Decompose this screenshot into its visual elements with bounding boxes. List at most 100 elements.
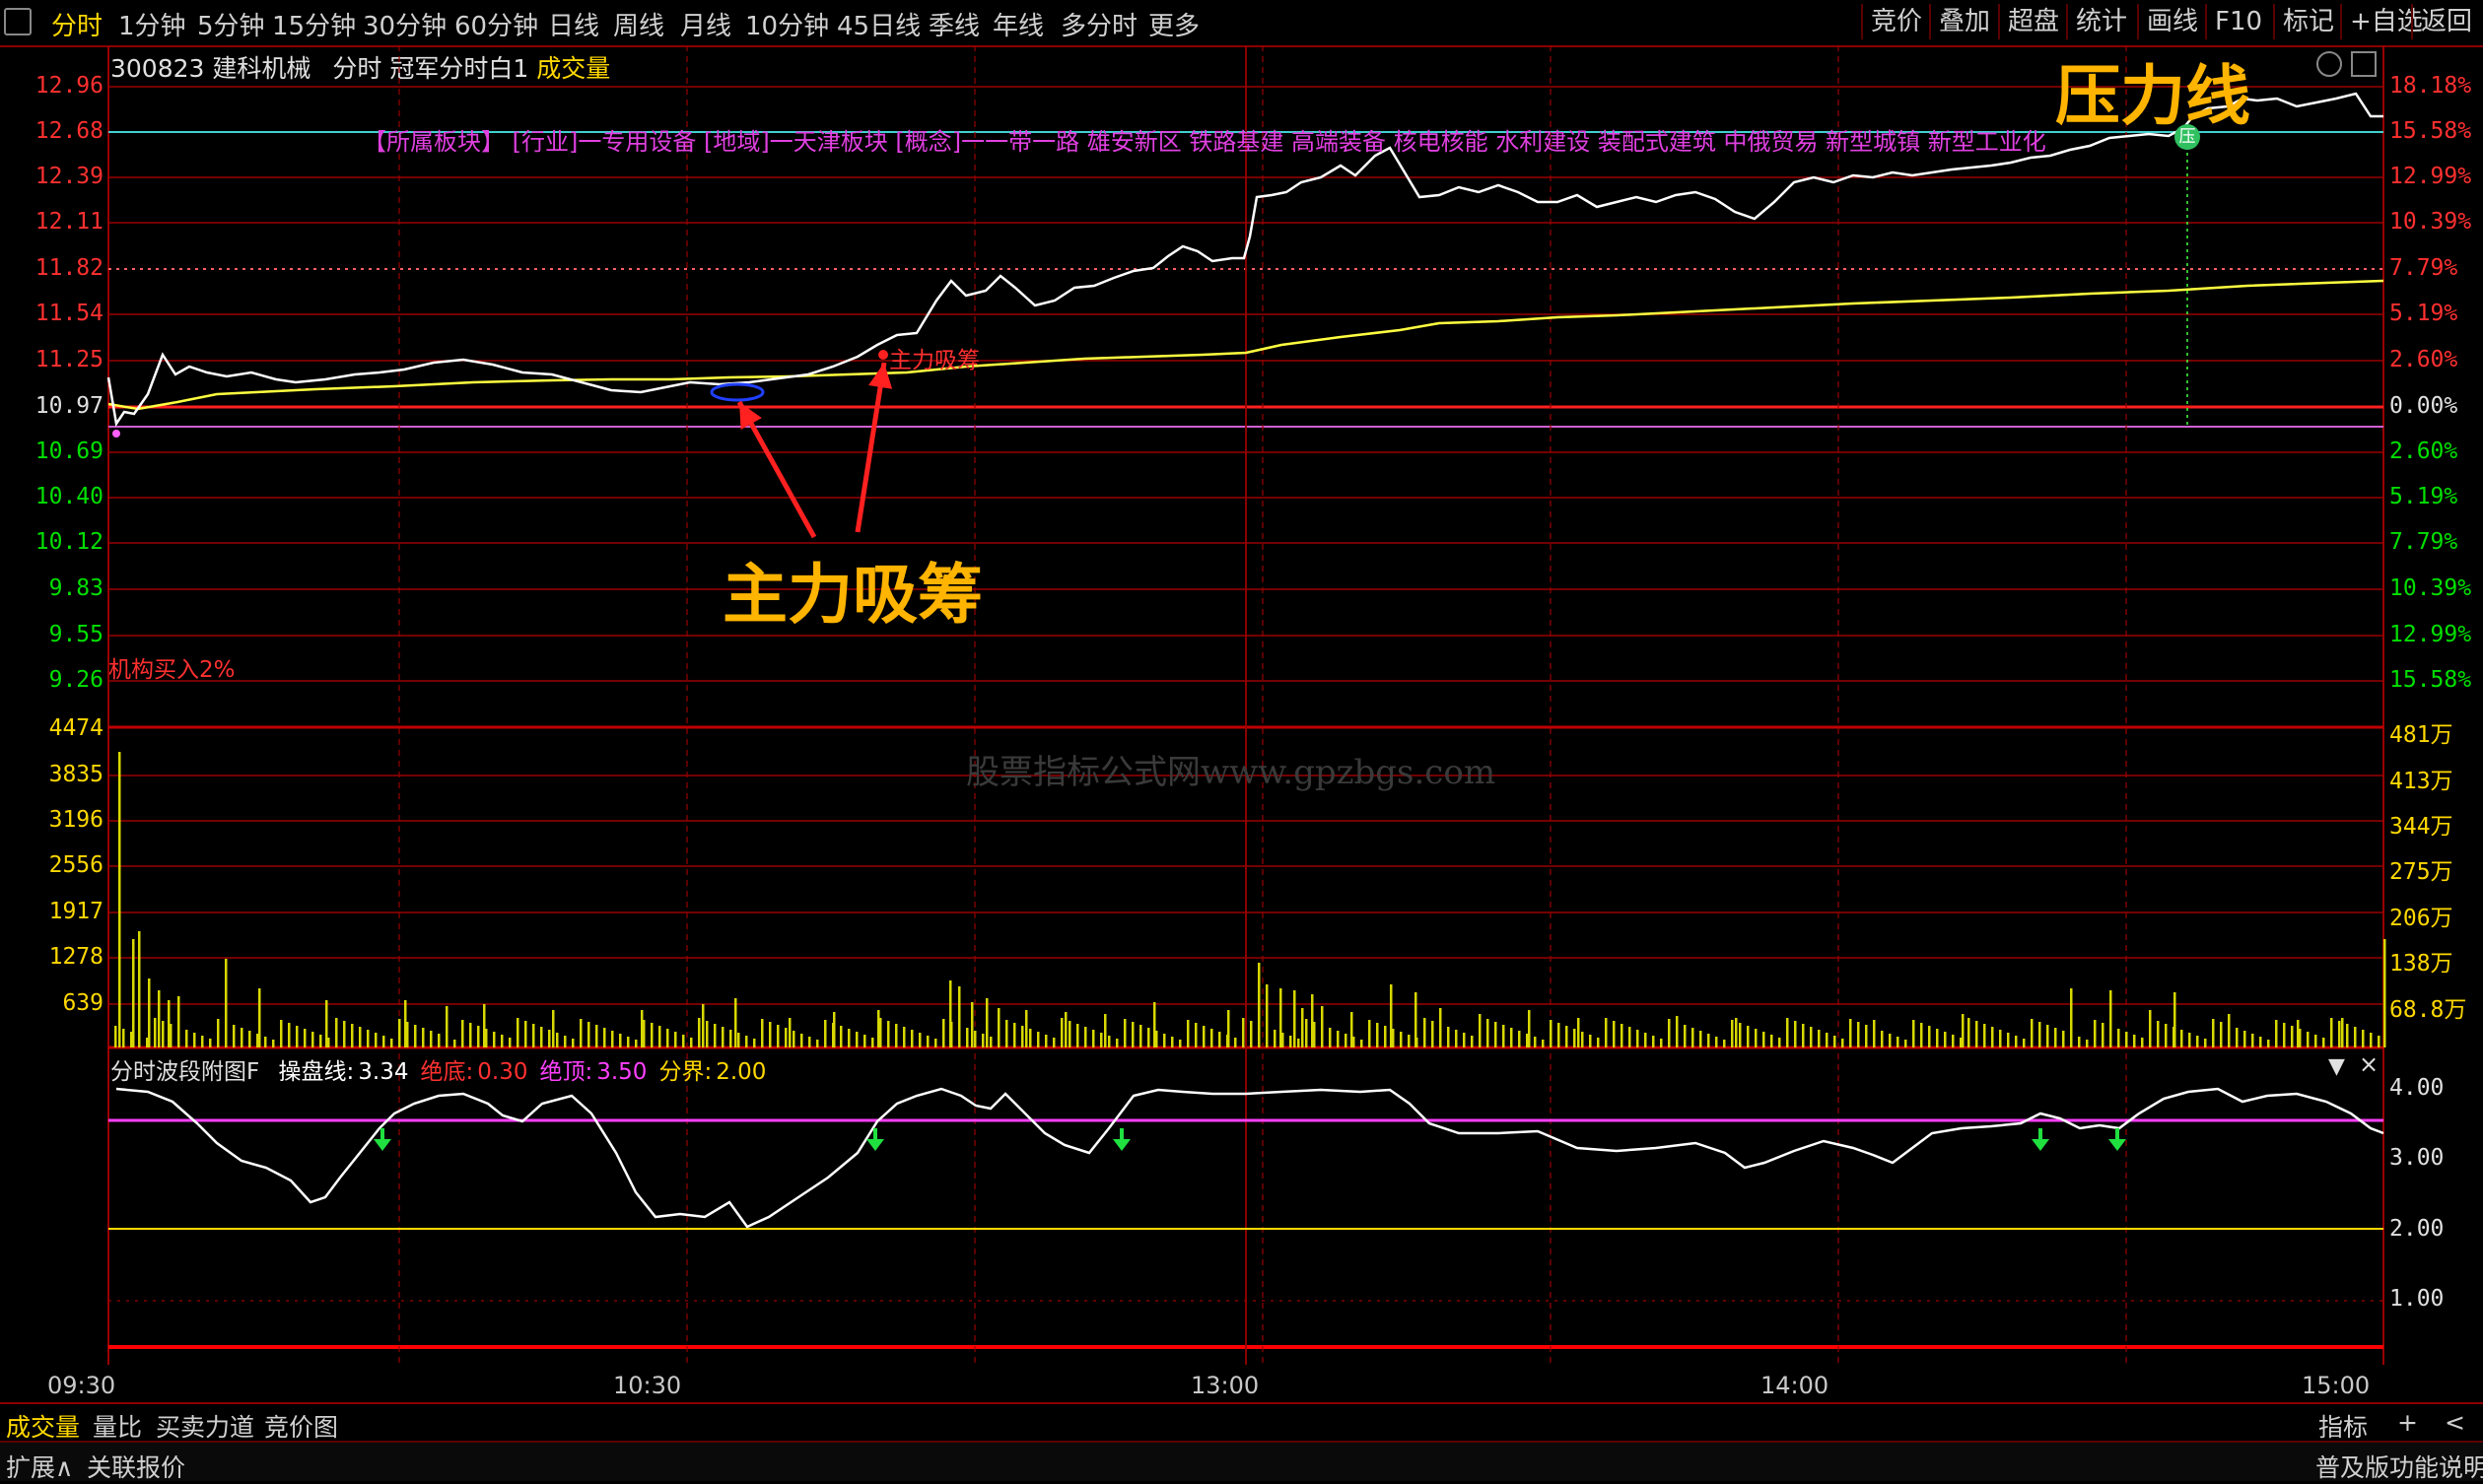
sector-tags[interactable]: 【所属板块】 [行业]一专用设备 [地域]一天津板块 [概念]一一带一路 雄安新… [363,122,2046,157]
volume-bar [887,1021,890,1047]
volume-bar [714,1024,717,1047]
percent-tick-label: 0.00% [2389,393,2458,419]
dropdown-icon[interactable]: ▼ [2328,1054,2345,1079]
accumulation-callout: 主力吸筹 [723,557,983,633]
volume-bar [777,1025,780,1047]
volume-bar [1597,1038,1600,1047]
volume-bar [808,1037,811,1047]
volume-bar [1124,1019,1127,1047]
volume-bar [2015,1036,2018,1047]
volume-bar [1084,1027,1087,1047]
volume-bar [2354,1027,2357,1047]
institution-buy-label: 机构买入2% [108,657,236,683]
percent-tick-label: 2.60% [2389,438,2458,464]
volume-bar [2109,990,2112,1047]
volume-bar [1636,1030,1639,1047]
volume-bar [702,1004,705,1047]
accumulation-tag: 主力吸筹 [889,348,980,373]
volume-bar [942,1019,945,1047]
bottom-tab-0[interactable]: 成交量 [6,1408,80,1444]
volume-amount-tick-label: 206万 [2389,906,2453,931]
volume-bar [2291,1026,2294,1047]
volume-bar [2275,1020,2278,1047]
volume-bar [998,1008,1000,1047]
volume-bar [903,1027,906,1047]
volume-bar [580,1019,583,1047]
volume-bar [193,1033,196,1047]
volume-bar [1849,1019,1852,1047]
volume-bar [986,998,989,1047]
percent-tick-label: 10.39% [2389,575,2472,601]
volume-bar [1021,1026,1024,1047]
volume-bar [2188,1033,2191,1047]
volume-bar [1234,1038,1237,1047]
volume-bar [404,1000,407,1047]
volume-bar [1218,1032,1221,1047]
price-tick-label: 9.55 [48,622,103,647]
volume-bar [729,1030,732,1047]
volume-bar [1227,1010,1230,1047]
volume-bar [1699,1031,1702,1047]
volume-bar [1518,1031,1521,1047]
volume-bar [532,1024,535,1047]
volume-bar [114,1026,117,1047]
volume-bar [477,1026,480,1047]
price-tick-label: 11.82 [34,255,103,281]
volume-bar [209,1039,212,1047]
volume-bar [1873,1020,1876,1047]
volume-bar [1786,1018,1789,1047]
volume-tick-label: 2556 [48,852,103,878]
volume-bar [1857,1022,1860,1047]
volume-bar [162,1021,165,1047]
price-tick-label: 12.11 [34,209,103,235]
volume-bar [1486,1019,1489,1047]
callout-arrow-line [855,362,887,533]
volume-bar [1739,1023,1742,1047]
volume-bar [761,1019,764,1047]
bottom-right-button-2[interactable]: < [2445,1408,2465,1437]
bottom-tab-3[interactable]: 竞价图 [264,1408,338,1444]
volume-bar [800,1034,803,1047]
volume-bar [966,1028,969,1047]
legend-value: 2.00 [716,1059,767,1085]
volume-bar [1826,1033,1828,1047]
volume-tick-label: 1917 [48,899,103,924]
close-icon[interactable]: × [2359,1050,2379,1078]
volume-bar [1897,1037,1899,1047]
volume-bar [651,1023,654,1047]
volume-bar [422,1028,425,1047]
intraday-chart[interactable] [0,0,2483,1479]
percent-tick-label: 5.19% [2389,484,2458,509]
price-tick-label: 12.39 [34,164,103,189]
bottom-tab-1[interactable]: 量比 [93,1408,142,1444]
volume-bar [1195,1023,1198,1047]
oscillator-tick-label: 3.00 [2389,1145,2445,1171]
volume-bar [1794,1021,1797,1047]
volume-bar [2362,1030,2365,1047]
volume-bar [856,1032,859,1047]
volume-bar [1408,1035,1411,1047]
bottom-right-button-1[interactable]: + [2397,1408,2418,1437]
volume-bar [1628,1027,1631,1047]
volume-bar [1802,1024,1805,1047]
volume-bar [1684,1025,1687,1047]
volume-bar [1755,1029,1758,1047]
volume-bar [138,931,141,1047]
volume-tick-label: 639 [62,990,103,1016]
bottom-right-button-0[interactable]: 指标 [2318,1408,2368,1444]
volume-bar [1991,1027,1994,1047]
volume-bar [1920,1023,1923,1047]
volume-bar [1061,1018,1064,1047]
oscillator-name[interactable]: 分时波段附图F [110,1059,259,1085]
volume-bar [2283,1023,2286,1047]
volume-bar [895,1024,898,1047]
volume-bar [1999,1030,2002,1047]
oscillator-legend-item: 绝底: 0.30 [421,1059,528,1085]
volume-bar [1147,1028,1150,1047]
volume-bar [351,1024,354,1047]
volume-bar [168,1000,171,1047]
volume-bar [1463,1033,1466,1047]
bottom-tab-2[interactable]: 买卖力道 [156,1408,254,1444]
legend-value: 3.50 [596,1059,648,1085]
oscillator-tick-label: 1.00 [2389,1286,2445,1312]
